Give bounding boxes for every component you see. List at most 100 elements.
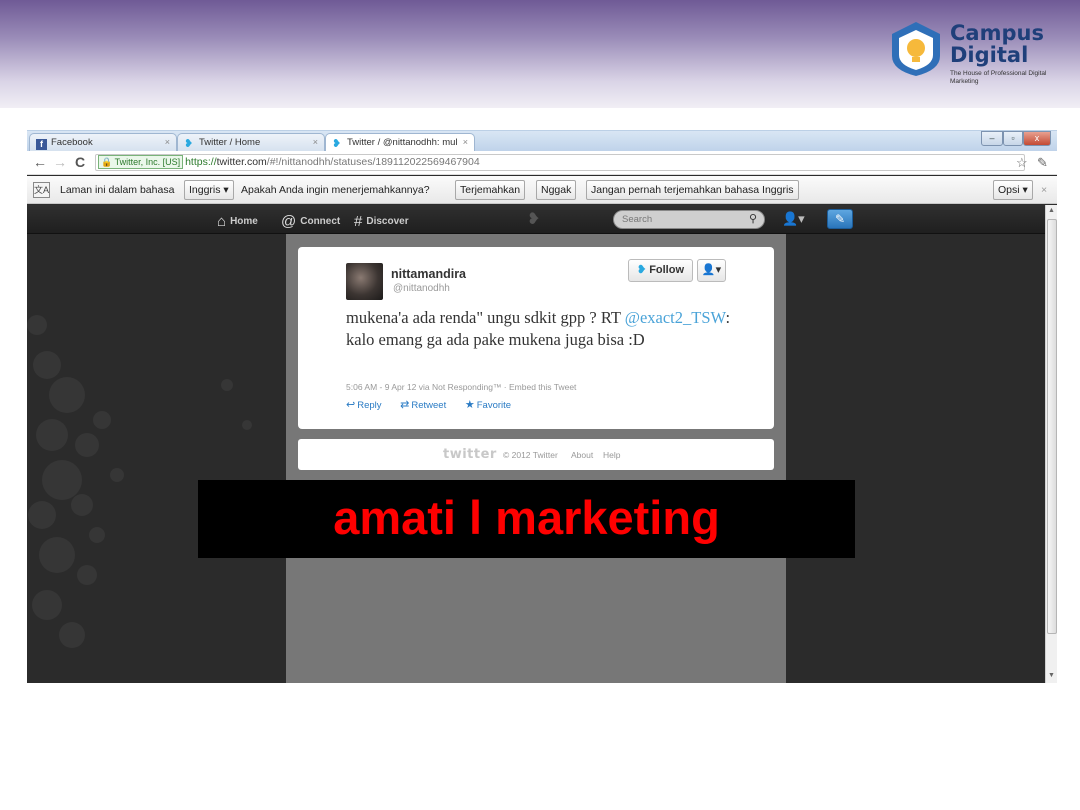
footer-copyright: © 2012 Twitter: [503, 450, 558, 460]
follow-button[interactable]: ❥ Follow: [628, 259, 693, 282]
tweet-actions: ↩ Reply ⇄ Retweet ★ Favorite: [346, 398, 527, 411]
twitter-page: ⌂ Home @ Connect # Discover ❥ Search ⚲ 👤▾ ✎…: [27, 205, 1045, 683]
search-icon[interactable]: ⚲: [749, 211, 757, 228]
caption-text: amati l marketing: [333, 491, 720, 544]
tab-label: Facebook: [51, 137, 93, 148]
options-label: Opsi: [998, 184, 1020, 196]
retweet-icon: ⇄: [400, 399, 410, 411]
close-translate-icon[interactable]: ×: [1041, 184, 1047, 196]
reply-action[interactable]: ↩ Reply: [346, 399, 390, 411]
no-translate-button[interactable]: Nggak: [536, 180, 577, 200]
language-select-value: Inggris: [189, 184, 221, 196]
twitter-bird-icon: ❥: [636, 264, 647, 276]
wrench-icon[interactable]: ✎: [1037, 155, 1048, 171]
compose-icon: ✎: [834, 212, 846, 226]
scroll-up-icon[interactable]: ▲: [1048, 207, 1055, 214]
bookmark-star-icon[interactable]: ☆: [1016, 155, 1028, 171]
close-tab-icon[interactable]: ×: [165, 134, 170, 151]
translate-button[interactable]: Terjemahkan: [455, 180, 526, 200]
campus-digital-logo: Campus Digital The House of Professional…: [888, 18, 1058, 90]
nav-discover-label: Discover: [366, 216, 409, 227]
tweet-mention-link[interactable]: @exact2_TSW: [625, 308, 726, 327]
nav-home-label: Home: [230, 216, 258, 227]
tab-label: Twitter / Home: [199, 137, 261, 148]
logo-line-2: Digital: [950, 43, 1029, 67]
nav-discover[interactable]: # Discover: [354, 213, 409, 230]
ev-badge-label: Twitter, Inc. [US]: [114, 157, 181, 167]
scrollbar-thumb[interactable]: [1047, 219, 1057, 634]
ev-certificate-badge[interactable]: 🔒 Twitter, Inc. [US]: [98, 155, 184, 169]
language-select[interactable]: Inggris ▾: [184, 180, 234, 200]
close-window-button[interactable]: x: [1023, 131, 1051, 146]
translate-prompt: Laman ini dalam bahasa: [60, 184, 175, 196]
compose-tweet-button[interactable]: ✎: [827, 209, 853, 229]
twitter-top-nav: ⌂ Home @ Connect # Discover ❥ Search ⚲ 👤▾ ✎: [27, 205, 1045, 234]
home-icon: ⌂: [217, 213, 227, 230]
nav-connect[interactable]: @ Connect: [281, 213, 340, 230]
translate-icon: 文A: [33, 182, 50, 198]
tweet-text: mukena'a ada renda" ungu sdkit gpp ? RT …: [346, 307, 756, 351]
minimize-button[interactable]: –: [981, 131, 1003, 146]
tab-label: Twitter / @nittanodhh: mul: [347, 137, 458, 148]
tweet-author-name[interactable]: nittamandira: [391, 267, 466, 281]
facebook-icon: f: [36, 139, 47, 150]
logo-tagline: The House of Professional Digital Market…: [950, 70, 1047, 85]
options-button[interactable]: Opsi ▾: [993, 180, 1033, 200]
search-input[interactable]: Search ⚲: [613, 210, 765, 229]
reply-label: Reply: [357, 400, 382, 411]
browser-window: f Facebook × ❥ Twitter / Home × ❥ Twitter /…: [27, 130, 1057, 683]
maximize-button[interactable]: ▫: [1003, 131, 1023, 146]
tweet-meta: 5:06 AM - 9 Apr 12 via Not Responding™ ·…: [346, 382, 577, 392]
retweet-action[interactable]: ⇄ Retweet: [400, 399, 454, 411]
footer-about-link[interactable]: About: [571, 450, 593, 460]
retweet-label: Retweet: [411, 400, 447, 411]
favorite-label: Favorite: [476, 400, 512, 411]
close-tab-icon[interactable]: ×: [313, 134, 318, 151]
twitter-footer: twitter © 2012 Twitter About Help: [298, 439, 774, 470]
tab-twitter-status[interactable]: ❥ Twitter / @nittanodhh: mul ×: [325, 133, 475, 151]
twitter-footer-logo: twitter: [443, 447, 497, 462]
avatar[interactable]: [346, 263, 383, 300]
tab-facebook[interactable]: f Facebook ×: [29, 133, 177, 151]
caption-overlay: amati l marketing: [198, 480, 855, 558]
follow-label: Follow: [649, 264, 685, 276]
shield-bulb-icon: [892, 22, 940, 76]
slide: Campus Digital The House of Professional…: [0, 0, 1080, 810]
lock-icon: 🔒: [101, 157, 113, 167]
tab-bar: f Facebook × ❥ Twitter / Home × ❥ Twitter /…: [27, 131, 1057, 151]
hashtag-icon: #: [354, 213, 363, 230]
tab-twitter-home[interactable]: ❥ Twitter / Home ×: [177, 133, 325, 151]
scroll-down-icon[interactable]: ▼: [1048, 672, 1055, 679]
close-tab-icon[interactable]: ×: [463, 134, 468, 151]
vertical-scrollbar[interactable]: ▲ ▼: [1045, 205, 1057, 683]
tweet-card: nittamandira @nittanodhh ❥ Follow 👤▾ muke…: [298, 247, 774, 429]
back-arrow-icon[interactable]: ←: [33, 154, 47, 170]
url-host: twitter.com: [216, 156, 267, 168]
twitter-bird-icon: ❥: [332, 138, 342, 150]
url-field[interactable]: 🔒 Twitter, Inc. [US] https://twitter.com/…: [95, 154, 1025, 171]
tweet-author-handle[interactable]: @nittanodhh: [393, 283, 450, 294]
reload-icon[interactable]: C: [75, 154, 85, 170]
user-actions-button[interactable]: 👤▾: [697, 259, 726, 282]
nav-connect-label: Connect: [300, 216, 341, 227]
address-bar-row: ← → C 🔒 Twitter, Inc. [US] https://twitte…: [27, 151, 1057, 175]
person-icon: 👤: [701, 264, 716, 276]
user-menu-icon[interactable]: 👤▾: [782, 211, 805, 227]
footer-help-link[interactable]: Help: [603, 450, 620, 460]
tweet-text-part-1: mukena'a ada renda" ungu sdkit gpp ? RT: [346, 308, 621, 327]
favorite-action[interactable]: ★ Favorite: [464, 399, 519, 411]
at-sign-icon: @: [281, 213, 297, 230]
background-texture: [27, 315, 252, 648]
star-icon: ★: [464, 399, 475, 411]
window-controls: – ▫ x: [981, 131, 1051, 147]
translate-question: Apakah Anda ingin menerjemahkannya?: [241, 184, 430, 196]
never-translate-button[interactable]: Jangan pernah terjemahkan bahasa Inggris: [586, 180, 799, 200]
content-column: nittamandira @nittanodhh ❥ Follow 👤▾ muke…: [286, 234, 786, 683]
reply-icon: ↩: [346, 399, 356, 411]
url-path: /#!/nittanodhh/statuses/1891120225694679…: [266, 156, 480, 168]
search-placeholder: Search: [622, 214, 653, 225]
twitter-bird-icon: ❥: [184, 138, 194, 150]
translate-bar: 文A Laman ini dalam bahasa Inggris ▾ Apak…: [27, 176, 1057, 204]
nav-home[interactable]: ⌂ Home: [217, 213, 258, 230]
forward-arrow-icon[interactable]: →: [53, 154, 67, 170]
